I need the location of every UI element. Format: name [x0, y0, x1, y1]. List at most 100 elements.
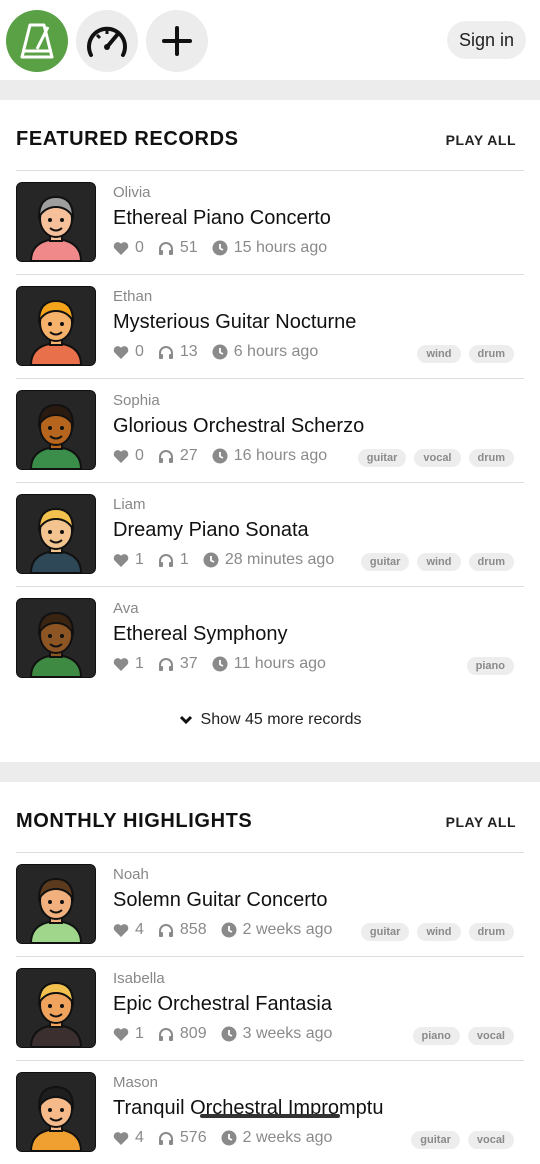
time-ago: 15 hours ago	[233, 239, 328, 256]
listens-stat: 809	[158, 1025, 207, 1043]
tag-list: piano	[459, 657, 514, 675]
author-name[interactable]: Sophia	[113, 392, 524, 409]
list-item[interactable]: Noah Solemn Guitar Concerto 4 858 2 week…	[16, 853, 524, 957]
list-item[interactable]: Isabella Epic Orchestral Fantasia 1 809 …	[16, 957, 524, 1061]
likes-count: 4	[135, 921, 144, 938]
list-item[interactable]: Liam Dreamy Piano Sonata 1 1 28 minutes …	[16, 483, 524, 587]
likes-stat: 1	[113, 551, 144, 569]
tag[interactable]: guitar	[357, 449, 407, 467]
likes-stat: 0	[113, 447, 144, 465]
section-title: MONTHLY HIGHLIGHTS	[16, 810, 253, 832]
author-name[interactable]: Liam	[113, 496, 524, 513]
top-bar: Sign in	[0, 0, 540, 80]
avatar[interactable]	[16, 494, 96, 574]
time-stat: 28 minutes ago	[203, 551, 334, 569]
tag[interactable]: drum	[468, 553, 514, 571]
tag[interactable]: vocal	[467, 1131, 514, 1149]
tag[interactable]: drum	[468, 449, 514, 467]
avatar[interactable]	[16, 1072, 96, 1152]
time-stat: 2 weeks ago	[221, 1129, 332, 1147]
clock-icon	[212, 344, 228, 360]
tag[interactable]: wind	[417, 553, 461, 571]
speedometer-button[interactable]	[76, 10, 138, 72]
record-stats: 1 37 11 hours ago	[113, 655, 340, 673]
list-item[interactable]: Mason Tranquil Orchestral Impromptu 4 57…	[16, 1061, 524, 1164]
speedometer-icon	[87, 26, 127, 57]
author-name[interactable]: Ava	[113, 600, 524, 617]
record-title[interactable]: Solemn Guitar Concerto	[113, 889, 524, 912]
avatar[interactable]	[16, 286, 96, 366]
home-indicator	[200, 1114, 340, 1118]
tag-list: guitar wind drum	[353, 923, 514, 941]
author-name[interactable]: Noah	[113, 866, 524, 883]
record-title[interactable]: Ethereal Symphony	[113, 623, 524, 646]
headphones-icon	[158, 1131, 173, 1145]
list-item[interactable]: Olivia Ethereal Piano Concerto 0 51 15 h…	[16, 171, 524, 275]
tag[interactable]: guitar	[411, 1131, 460, 1149]
tag[interactable]: guitar	[360, 553, 410, 571]
record-stats: 0 27 16 hours ago	[113, 447, 341, 465]
heart-icon	[113, 553, 129, 567]
record-title[interactable]: Epic Orchestral Fantasia	[113, 993, 524, 1016]
metronome-icon	[20, 23, 54, 59]
author-name[interactable]: Mason	[113, 1074, 524, 1091]
add-button[interactable]	[146, 10, 208, 72]
tag-list: wind drum	[409, 345, 514, 363]
listens-stat: 27	[158, 447, 198, 465]
clock-icon	[221, 1130, 237, 1146]
metronome-button[interactable]	[6, 10, 68, 72]
tag[interactable]: piano	[412, 1027, 460, 1045]
time-stat: 15 hours ago	[212, 239, 327, 257]
headphones-icon	[158, 923, 173, 937]
record-title[interactable]: Dreamy Piano Sonata	[113, 519, 524, 542]
likes-count: 0	[135, 447, 144, 464]
heart-icon	[113, 345, 129, 359]
tag[interactable]: drum	[468, 923, 514, 941]
likes-count: 4	[135, 1129, 144, 1146]
avatar[interactable]	[16, 390, 96, 470]
likes-stat: 1	[113, 655, 144, 673]
time-stat: 11 hours ago	[212, 655, 326, 673]
avatar[interactable]	[16, 968, 96, 1048]
record-title[interactable]: Ethereal Piano Concerto	[113, 207, 524, 230]
list-item[interactable]: Ava Ethereal Symphony 1 37 11 hours ago …	[16, 587, 524, 690]
listens-stat: 858	[158, 921, 207, 939]
author-name[interactable]: Olivia	[113, 184, 524, 201]
section-title: FEATURED RECORDS	[16, 128, 239, 150]
record-title[interactable]: Glorious Orchestral Scherzo	[113, 415, 524, 438]
tag[interactable]: piano	[466, 657, 514, 675]
sign-in-button[interactable]: Sign in	[446, 21, 526, 59]
likes-count: 1	[135, 655, 144, 672]
record-title[interactable]: Mysterious Guitar Nocturne	[113, 311, 524, 334]
clock-icon	[203, 552, 219, 568]
record-stats: 0 51 15 hours ago	[113, 239, 341, 257]
clock-icon	[212, 448, 228, 464]
tag-list: guitar wind drum	[353, 553, 514, 571]
play-all-button[interactable]: PLAY ALL	[446, 814, 516, 830]
plus-icon	[162, 26, 192, 56]
listens-stat: 51	[158, 239, 198, 257]
author-name[interactable]: Isabella	[113, 970, 524, 987]
tag[interactable]: drum	[468, 345, 514, 363]
listens-stat: 576	[158, 1129, 207, 1147]
tag[interactable]: vocal	[414, 449, 461, 467]
record-stats: 4 858 2 weeks ago	[113, 921, 346, 939]
tag[interactable]: wind	[417, 923, 461, 941]
tag[interactable]: wind	[417, 345, 461, 363]
monthly-section: MONTHLY HIGHLIGHTS PLAY ALL Noah Solemn …	[0, 782, 540, 1164]
avatar[interactable]	[16, 182, 96, 262]
clock-icon	[221, 1026, 237, 1042]
avatar[interactable]	[16, 598, 96, 678]
tag[interactable]: guitar	[360, 923, 410, 941]
author-name[interactable]: Ethan	[113, 288, 524, 305]
play-all-button[interactable]: PLAY ALL	[446, 132, 516, 148]
featured-header: FEATURED RECORDS PLAY ALL	[16, 100, 524, 171]
list-item[interactable]: Sophia Glorious Orchestral Scherzo 0 27 …	[16, 379, 524, 483]
list-item[interactable]: Ethan Mysterious Guitar Nocturne 0 13 6 …	[16, 275, 524, 379]
listens-count: 37	[179, 655, 198, 672]
avatar[interactable]	[16, 864, 96, 944]
show-more-button[interactable]: Show 45 more records	[16, 690, 524, 750]
tag[interactable]: vocal	[467, 1027, 514, 1045]
listens-count: 51	[179, 239, 198, 256]
show-more-label: Show 45 more records	[200, 711, 362, 728]
